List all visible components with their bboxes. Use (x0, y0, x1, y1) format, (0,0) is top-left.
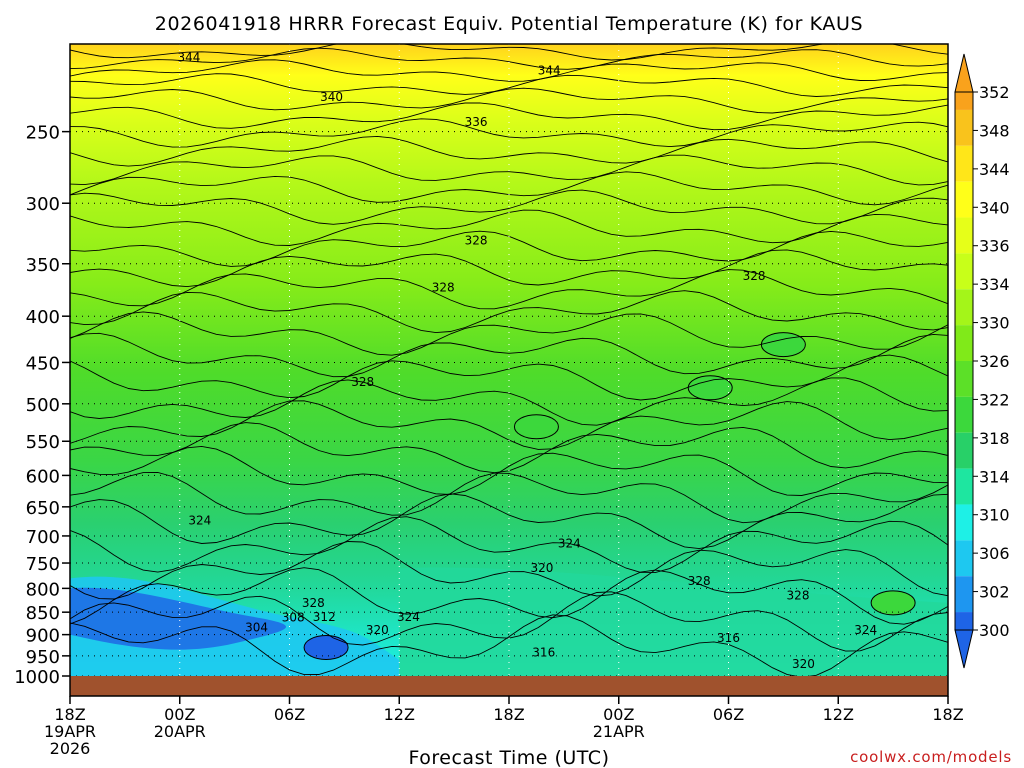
closed-contour (870, 590, 916, 616)
colorbar-label: 330 (979, 314, 1010, 333)
colorbar-label: 314 (979, 467, 1010, 486)
colorbar-top-arrow (954, 53, 974, 93)
colorbar-swatch (955, 253, 973, 290)
contour-label: 328 (351, 375, 374, 389)
colorbar-swatch (955, 540, 973, 577)
contour-label: 344 (538, 64, 561, 78)
x-tick-label: 06Z (274, 705, 305, 724)
contour-label: 328 (465, 234, 488, 248)
y-tick-label: 650 (26, 498, 60, 519)
colorbar-swatch (955, 612, 973, 630)
contour-label: 324 (188, 513, 211, 527)
contour-label: 328 (432, 281, 455, 295)
contour-label: 320 (366, 623, 389, 637)
colorbar-label: 336 (979, 237, 1010, 256)
colorbar-swatch (955, 361, 973, 397)
contour-label: 324 (558, 537, 581, 551)
closed-contour (513, 414, 559, 440)
colorbar-swatch (955, 576, 973, 613)
contour-label: 324 (854, 623, 877, 637)
closed-contour (687, 375, 733, 401)
colorbar-swatch (955, 109, 973, 146)
contour-label: 328 (743, 269, 766, 283)
chart: 2026041918 HRRR Forecast Equiv. Potentia… (14, 13, 1012, 768)
colorbar-swatch (955, 92, 973, 110)
colorbar-bottom-arrow (954, 629, 974, 669)
x-tick-label: 18Z (932, 705, 963, 724)
colorbar-label: 352 (979, 83, 1010, 102)
colorbar-label: 326 (979, 352, 1010, 371)
contour-label: 316 (532, 646, 555, 660)
colorbar-swatch (955, 396, 973, 433)
colorbar-label: 322 (979, 390, 1010, 409)
y-tick-label: 350 (26, 255, 60, 276)
colorbar-swatch (955, 504, 973, 541)
ground-surface (70, 676, 948, 696)
colorbar-swatch (955, 289, 973, 326)
y-tick-label: 1000 (14, 667, 60, 688)
colorbar-label: 348 (979, 121, 1010, 140)
colorbar-label: 344 (979, 160, 1010, 179)
colorbar-label: 318 (979, 429, 1010, 448)
x-tick-date-label: 21APR (593, 722, 645, 741)
contour-label: 308 (282, 611, 305, 625)
contour-label: 328 (787, 589, 810, 603)
colorbar-swatch (955, 468, 973, 505)
contour-label: 312 (313, 610, 336, 624)
y-tick-label: 750 (26, 554, 60, 575)
x-tick-label: 06Z (713, 705, 744, 724)
contour-label: 340 (320, 90, 343, 104)
contour-label: 304 (245, 621, 268, 635)
x-tick-label: 12Z (823, 705, 854, 724)
x-tick-label: 18Z (493, 705, 524, 724)
y-tick-label: 500 (26, 395, 60, 416)
y-tick-label: 850 (26, 603, 60, 624)
contour-label: 320 (792, 657, 815, 671)
colorbar-swatch (955, 432, 973, 469)
colorbar: 352 348 344 340 336 334 330 326 322 318 314 310 306 3… (954, 53, 1010, 669)
y-tick-label: 600 (26, 466, 60, 487)
y-tick-label: 900 (26, 626, 60, 647)
y-tick-label: 800 (26, 579, 60, 600)
contour-label: 324 (397, 610, 420, 624)
colorbar-swatch (955, 181, 973, 218)
x-tick-date-label: 20APR (154, 722, 206, 741)
y-tick-label: 550 (26, 432, 60, 453)
y-tick-label: 250 (26, 123, 60, 144)
y-axis-ticks: 2503003504004505005506006507007508008509… (14, 123, 70, 688)
surface-band (70, 676, 948, 696)
credit-link[interactable]: coolwx.com/models (850, 748, 1012, 766)
closed-contour (760, 332, 806, 358)
x-tick-date-label: 2026 (50, 739, 91, 758)
colorbar-label: 340 (979, 198, 1010, 217)
x-axis-label: Forecast Time (UTC) (409, 747, 610, 768)
contour-label: 336 (465, 115, 488, 129)
y-tick-label: 950 (26, 647, 60, 668)
y-tick-label: 700 (26, 527, 60, 548)
chart-title: 2026041918 HRRR Forecast Equiv. Potentia… (155, 13, 863, 35)
contour-label: 320 (530, 561, 553, 575)
colorbar-swatch (955, 145, 973, 182)
colorbar-label: 300 (979, 621, 1010, 640)
contour-label: 328 (302, 596, 325, 610)
colorbar-label: 306 (979, 544, 1010, 563)
contour-label: 344 (177, 51, 200, 65)
colorbar-label: 302 (979, 583, 1010, 602)
y-tick-label: 300 (26, 194, 60, 215)
y-tick-label: 400 (26, 307, 60, 328)
colorbar-label: 334 (979, 275, 1010, 294)
x-tick-label: 12Z (384, 705, 415, 724)
colorbar-label: 310 (979, 506, 1010, 525)
contour-label: 316 (717, 631, 740, 645)
colorbar-swatch (955, 325, 973, 361)
plot-area (70, 44, 948, 676)
contour-label: 328 (688, 574, 711, 588)
y-tick-label: 450 (26, 353, 60, 374)
colorbar-swatch (955, 217, 973, 254)
